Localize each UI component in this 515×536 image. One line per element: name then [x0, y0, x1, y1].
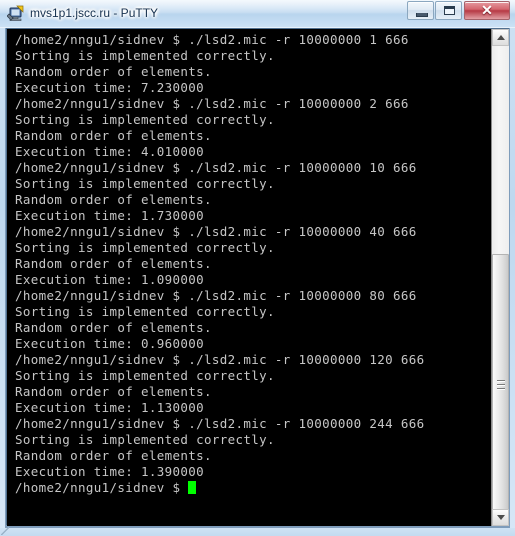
minimize-icon: [416, 13, 428, 17]
window-bottom-frame: [0, 528, 515, 536]
scroll-up-arrow[interactable]: [492, 29, 509, 46]
terminal-line: Sorting is implemented correctly.: [15, 48, 275, 63]
terminal-line: /home2/nngu1/sidnev $ ./lsd2.mic -r 1000…: [15, 160, 417, 175]
terminal-line: Sorting is implemented correctly.: [15, 432, 275, 447]
close-icon: ✕: [481, 2, 493, 18]
vertical-scrollbar[interactable]: [491, 29, 509, 526]
terminal-panel: /home2/nngu1/sidnev $ ./lsd2.mic -r 1000…: [6, 28, 509, 526]
terminal-line: Execution time: 1.390000: [15, 464, 205, 479]
terminal-frame: /home2/nngu1/sidnev $ ./lsd2.mic -r 1000…: [5, 28, 510, 528]
terminal-prompt-line: /home2/nngu1/sidnev $: [15, 480, 492, 496]
title-bar[interactable]: mvs1p1.jscc.ru - PuTTY ✕: [0, 0, 515, 28]
terminal-line: Execution time: 0.960000: [15, 336, 205, 351]
putty-icon: [6, 5, 25, 23]
terminal-line: Execution time: 1.090000: [15, 272, 205, 287]
terminal-line: Random order of elements.: [15, 192, 212, 207]
terminal-line: /home2/nngu1/sidnev $ ./lsd2.mic -r 1000…: [15, 96, 409, 111]
terminal-line: Random order of elements.: [15, 320, 212, 335]
terminal-line: Sorting is implemented correctly.: [15, 176, 275, 191]
close-button[interactable]: ✕: [464, 1, 510, 20]
terminal-line: Sorting is implemented correctly.: [15, 240, 275, 255]
resize-grip[interactable]: [1, 527, 9, 535]
terminal-line: Random order of elements.: [15, 448, 212, 463]
terminal-line: Sorting is implemented correctly.: [15, 368, 275, 383]
text-cursor: [188, 481, 197, 494]
terminal-line: Random order of elements.: [15, 128, 212, 143]
terminal-line: Random order of elements.: [15, 384, 212, 399]
minimize-button[interactable]: [407, 1, 434, 20]
terminal-line: Random order of elements.: [15, 256, 212, 271]
terminal-line: /home2/nngu1/sidnev $ ./lsd2.mic -r 1000…: [15, 352, 425, 367]
terminal-line: Execution time: 7.230000: [15, 80, 205, 95]
maximize-button[interactable]: [435, 1, 462, 20]
caption-buttons: ✕: [406, 1, 510, 20]
terminal-line: Random order of elements.: [15, 64, 212, 79]
maximize-icon: [444, 6, 455, 15]
terminal-line: /home2/nngu1/sidnev $ ./lsd2.mic -r 1000…: [15, 416, 425, 431]
terminal-line: Execution time: 1.730000: [15, 208, 205, 223]
terminal-line: Sorting is implemented correctly.: [15, 304, 275, 319]
terminal-line: Sorting is implemented correctly.: [15, 112, 275, 127]
scroll-thumb-grip: [497, 379, 505, 390]
terminal-screen[interactable]: /home2/nngu1/sidnev $ ./lsd2.mic -r 1000…: [7, 29, 492, 526]
window-title: mvs1p1.jscc.ru - PuTTY: [30, 6, 159, 20]
terminal-line: /home2/nngu1/sidnev $ ./lsd2.mic -r 1000…: [15, 32, 409, 47]
terminal-line: Execution time: 4.010000: [15, 144, 205, 159]
scroll-thumb[interactable]: [492, 254, 509, 513]
shell-prompt: /home2/nngu1/sidnev $: [15, 480, 189, 495]
terminal-line: /home2/nngu1/sidnev $ ./lsd2.mic -r 1000…: [15, 288, 417, 303]
terminal-line: Execution time: 1.130000: [15, 400, 205, 415]
terminal-line: /home2/nngu1/sidnev $ ./lsd2.mic -r 1000…: [15, 224, 417, 239]
putty-window: mvs1p1.jscc.ru - PuTTY ✕ /home2/nngu1/si…: [0, 0, 515, 536]
scroll-down-arrow[interactable]: [492, 509, 509, 526]
